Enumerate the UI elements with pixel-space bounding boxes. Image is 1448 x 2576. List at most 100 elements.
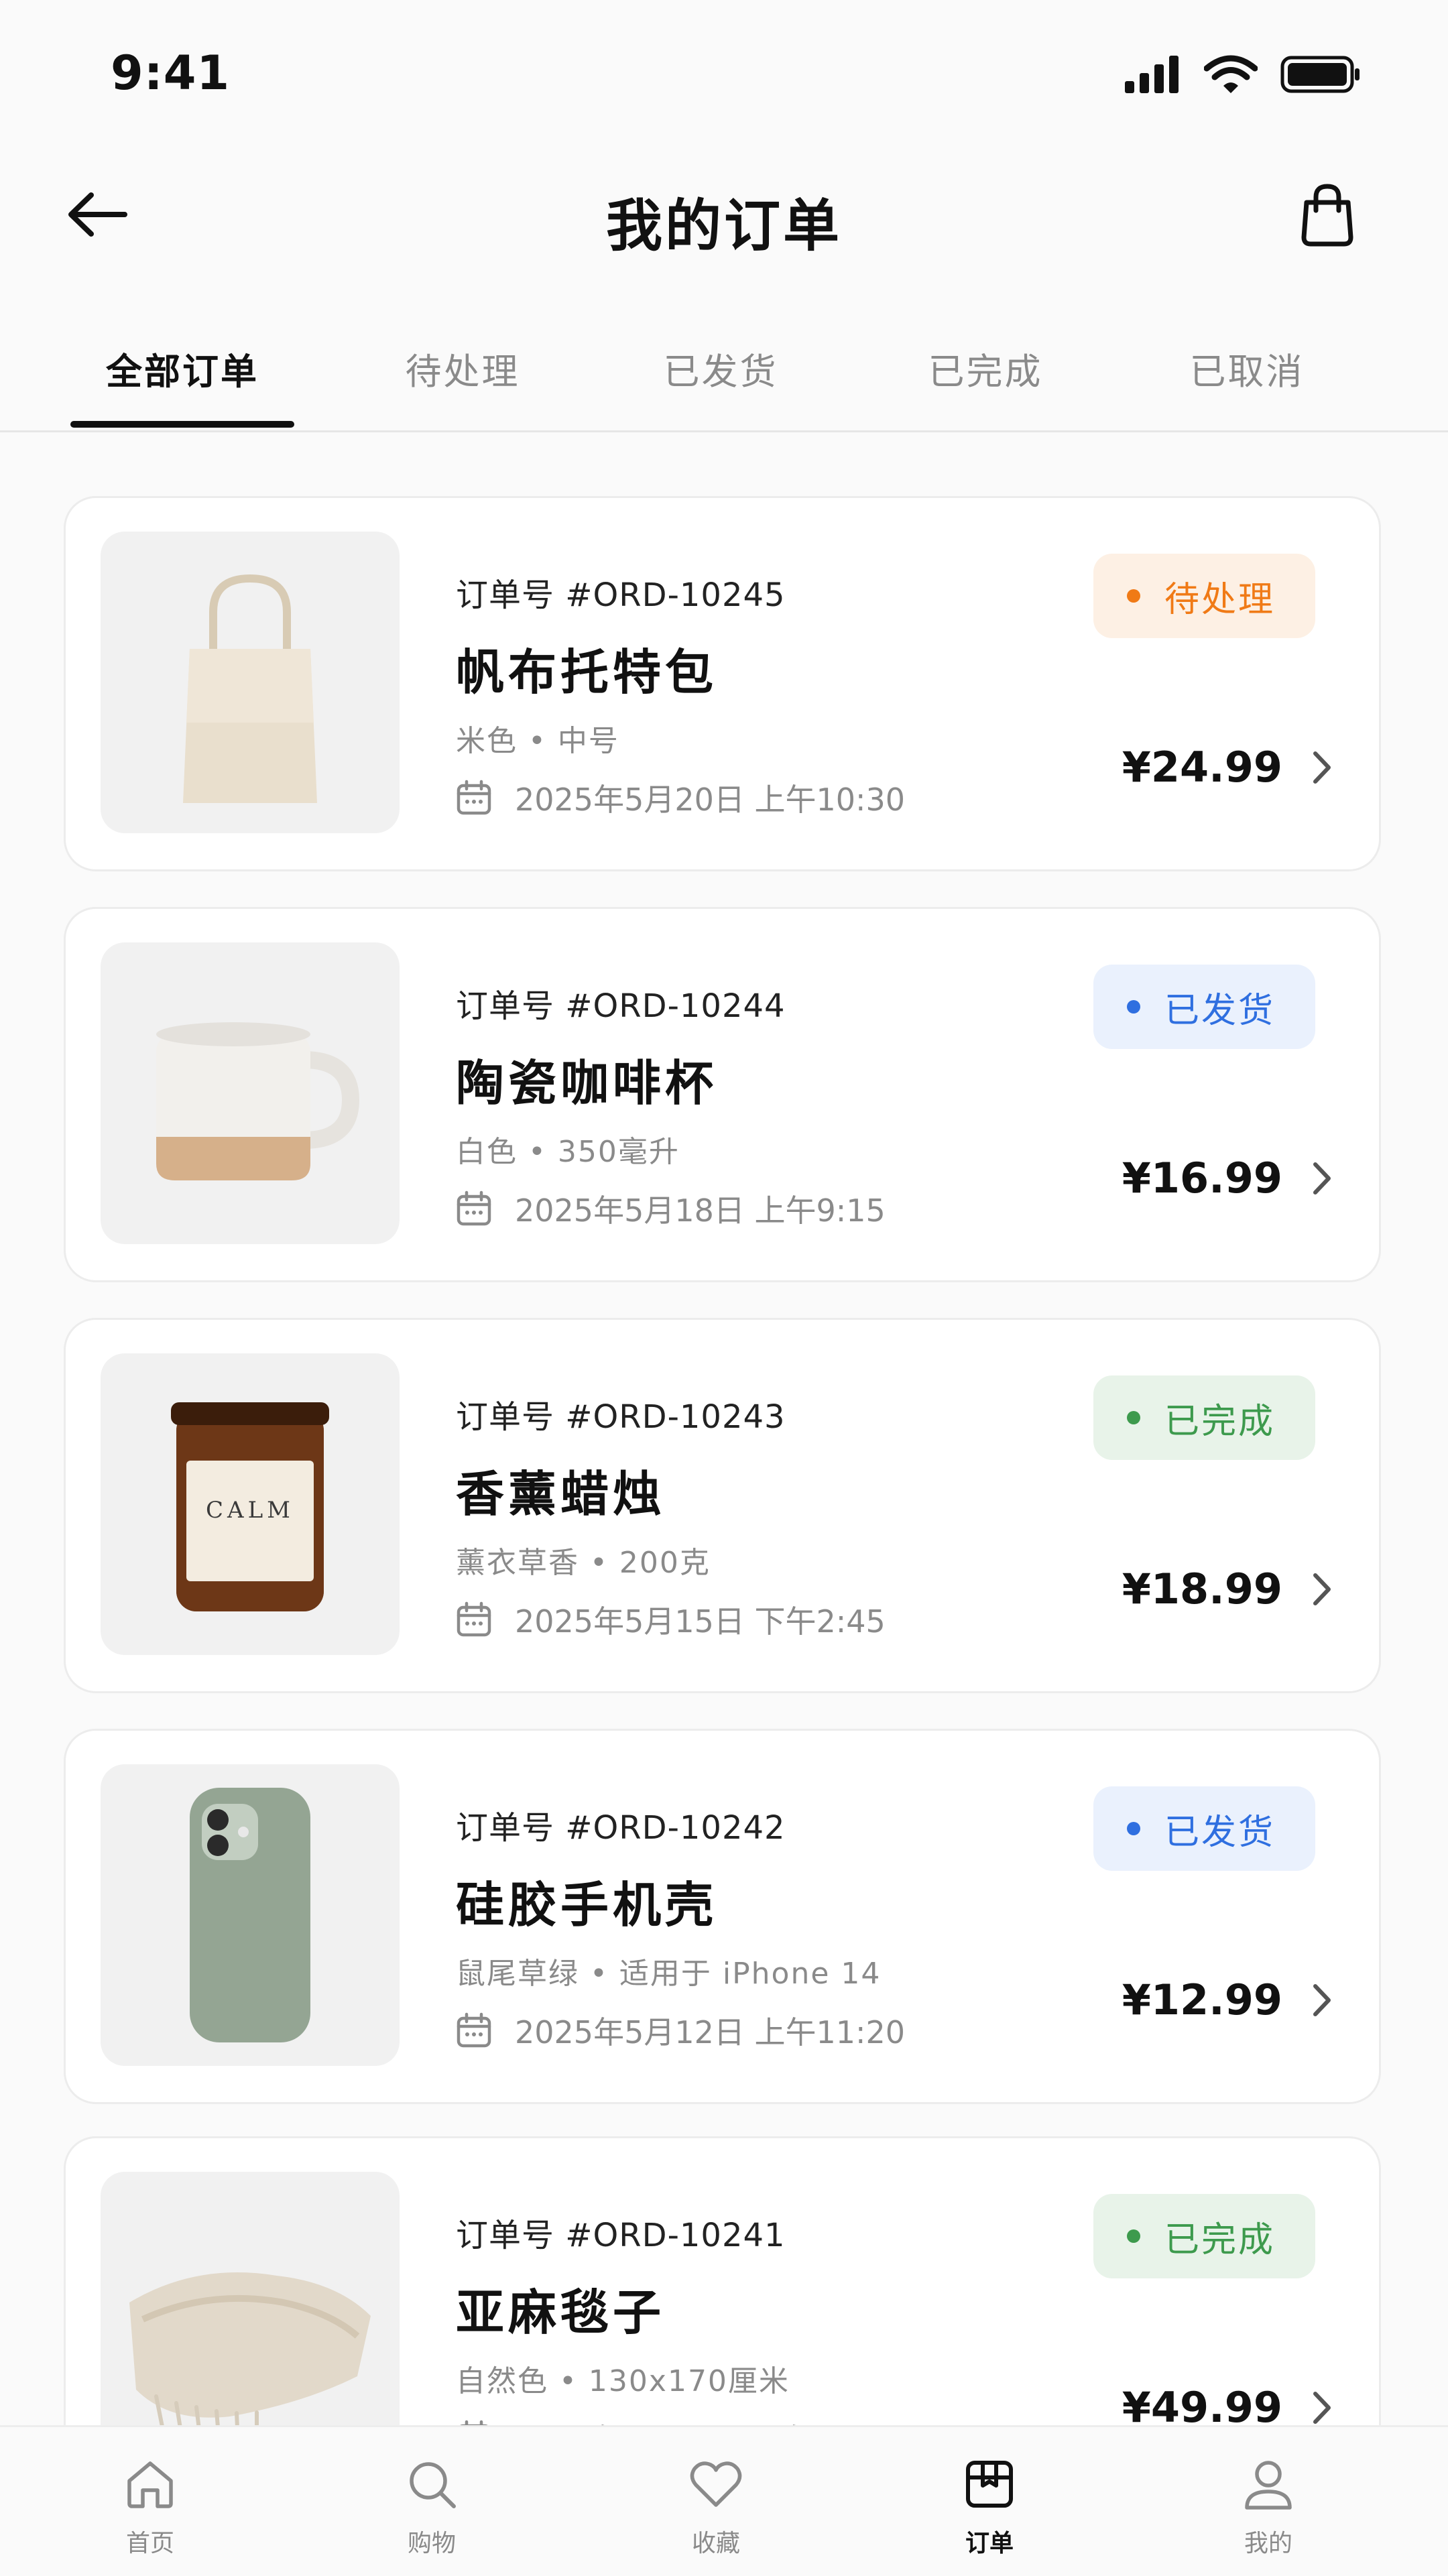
nav-label-home: 首页 — [125, 2530, 174, 2557]
order-number: 订单号 #ORD-10245 — [456, 576, 786, 614]
order-date: 2025年5月12日 上午11:20 — [515, 2014, 906, 2050]
page-title: 我的订单 — [605, 193, 842, 259]
order-card[interactable]: 订单号 #ORD-10245 帆布托特包 米色 • 中号 2025年5月20日 … — [64, 496, 1381, 871]
order-date: 2025年5月18日 上午9:15 — [515, 1192, 886, 1229]
order-list[interactable]: 订单号 #ORD-10245 帆布托特包 米色 • 中号 2025年5月20日 … — [0, 496, 1448, 2427]
price-row: ¥16.99 — [1122, 1154, 1332, 1203]
order-number: 订单号 #ORD-10244 — [456, 987, 786, 1025]
status-time: 9:41 — [111, 46, 231, 101]
status-badge: 已发货 — [1093, 965, 1315, 1049]
price-row: ¥12.99 — [1122, 1975, 1332, 2024]
order-date-row: 2025年5月15日 下午2:45 — [456, 1597, 1126, 1642]
product-name: 香薰蜡烛 — [456, 1466, 666, 1522]
chevron-right-icon[interactable] — [1312, 2390, 1332, 2425]
nav-item-orders[interactable]: 订单 — [922, 2454, 1057, 2559]
calendar-icon — [457, 780, 491, 815]
profile-icon — [1245, 2461, 1292, 2510]
product-variant: 米色 • 中号 — [456, 724, 619, 758]
cellular-signal-icon — [1125, 56, 1179, 93]
product-name: 硅胶手机壳 — [456, 1877, 718, 1933]
tab-all-orders[interactable]: 全部订单 — [70, 342, 294, 395]
order-date: 2025年5月15日 下午2:45 — [515, 1603, 886, 1640]
calendar-icon — [457, 1601, 491, 1637]
chevron-right-icon[interactable] — [1312, 1983, 1332, 2018]
order-info: 订单号 #ORD-10245 帆布托特包 米色 • 中号 2025年5月20日 … — [456, 568, 1126, 820]
heart-icon — [690, 2461, 742, 2507]
status-badge: 已发货 — [1093, 1786, 1315, 1871]
order-date: 2025年5月20日 上午10:30 — [515, 782, 906, 818]
product-variant: 薰衣草香 • 200克 — [456, 1546, 711, 1580]
order-info: 订单号 #ORD-10244 陶瓷咖啡杯 白色 • 350毫升 2025年5月1… — [456, 979, 1126, 1231]
active-tab-indicator — [70, 421, 294, 428]
order-price: ¥12.99 — [1122, 1975, 1282, 2024]
order-number: 订单号 #ORD-10243 — [456, 1398, 786, 1436]
nav-item-shop[interactable]: 购物 — [365, 2454, 499, 2559]
order-info: 订单号 #ORD-10241 亚麻毯子 自然色 • 130x170厘米 2025… — [456, 2209, 1126, 2427]
price-row: ¥24.99 — [1122, 743, 1332, 792]
nav-item-favorites[interactable]: 收藏 — [649, 2454, 783, 2559]
status-label: 已完成 — [1164, 2219, 1275, 2260]
product-image-ceramic-mug — [101, 942, 400, 1244]
orders-icon — [966, 2461, 1013, 2508]
price-row: ¥49.99 — [1122, 2383, 1332, 2427]
status-badge: 已完成 — [1093, 2194, 1315, 2278]
nav-label-favorites: 收藏 — [691, 2530, 740, 2557]
order-number: 订单号 #ORD-10242 — [456, 1809, 786, 1847]
status-dot — [1126, 589, 1140, 603]
status-dot — [1126, 1000, 1140, 1014]
order-card[interactable]: 订单号 #ORD-10244 陶瓷咖啡杯 白色 • 350毫升 2025年5月1… — [64, 907, 1381, 1282]
status-bar: 9:41 — [0, 0, 1448, 141]
product-variant: 白色 • 350毫升 — [456, 1135, 680, 1169]
status-label: 已发货 — [1164, 1812, 1275, 1853]
nav-item-home[interactable]: 首页 — [83, 2454, 217, 2559]
chevron-right-icon[interactable] — [1312, 750, 1332, 785]
order-price: ¥24.99 — [1122, 743, 1282, 792]
order-price: ¥18.99 — [1122, 1565, 1282, 1613]
status-dot — [1126, 2229, 1140, 2243]
order-date-row: 2025年5月12日 上午11:20 — [456, 2008, 1126, 2052]
order-status-tabs: 全部订单 待处理 已发货 已完成 已取消 — [0, 315, 1448, 432]
status-icons — [1125, 55, 1361, 94]
nav-label-profile: 我的 — [1244, 2530, 1292, 2557]
status-label: 已发货 — [1164, 990, 1275, 1031]
cart-button[interactable] — [1287, 174, 1368, 255]
tab-shipped[interactable]: 已发货 — [634, 342, 808, 395]
calendar-icon — [457, 2012, 491, 2048]
nav-item-profile[interactable]: 我的 — [1201, 2454, 1335, 2559]
bottom-navigation: 首页 购物 收藏 订单 我的 — [0, 2425, 1448, 2576]
order-info: 订单号 #ORD-10242 硅胶手机壳 鼠尾草绿 • 适用于 iPhone 1… — [456, 1801, 1126, 2052]
chevron-right-icon[interactable] — [1312, 1572, 1332, 1607]
home-icon — [127, 2461, 173, 2508]
order-price: ¥49.99 — [1122, 2383, 1282, 2427]
search-icon — [410, 2462, 456, 2508]
nav-label-shop: 购物 — [407, 2530, 456, 2557]
status-label: 已完成 — [1164, 1401, 1275, 1442]
calendar-icon — [457, 1190, 491, 1226]
header: 我的订单 — [0, 141, 1448, 282]
order-card[interactable]: 订单号 #ORD-10242 硅胶手机壳 鼠尾草绿 • 适用于 iPhone 1… — [64, 1729, 1381, 2104]
product-name: 亚麻毯子 — [456, 2284, 666, 2341]
product-variant: 自然色 • 130x170厘米 — [456, 2364, 790, 2398]
order-date-row: 2025年5月18日 上午9:15 — [456, 1186, 1126, 1231]
product-image-scented-candle: CALM — [101, 1353, 400, 1655]
chevron-right-icon[interactable] — [1312, 1161, 1332, 1196]
wifi-icon — [1204, 55, 1258, 93]
product-image-tote-bag — [101, 532, 400, 833]
tab-completed[interactable]: 已完成 — [898, 342, 1073, 395]
order-price: ¥16.99 — [1122, 1154, 1282, 1203]
tab-pending[interactable]: 待处理 — [375, 342, 550, 395]
price-row: ¥18.99 — [1122, 1565, 1332, 1613]
status-dot — [1126, 1411, 1140, 1424]
status-badge: 已完成 — [1093, 1375, 1315, 1460]
candle-label: CALM — [206, 1497, 294, 1524]
status-badge: 待处理 — [1093, 554, 1315, 638]
product-name: 帆布托特包 — [456, 644, 718, 700]
order-card[interactable]: CALM 订单号 #ORD-10243 香薰蜡烛 薰衣草香 • 200克 202… — [64, 1318, 1381, 1693]
order-date-row: 2025年5月20日 上午10:30 — [456, 776, 1126, 820]
status-label: 待处理 — [1164, 579, 1275, 620]
order-card[interactable]: 订单号 #ORD-10241 亚麻毯子 自然色 • 130x170厘米 2025… — [64, 2136, 1381, 2427]
product-image-linen-blanket — [101, 2172, 400, 2427]
nav-label-orders: 订单 — [965, 2530, 1014, 2557]
status-dot — [1126, 1822, 1140, 1835]
tab-cancelled[interactable]: 已取消 — [1160, 342, 1334, 395]
